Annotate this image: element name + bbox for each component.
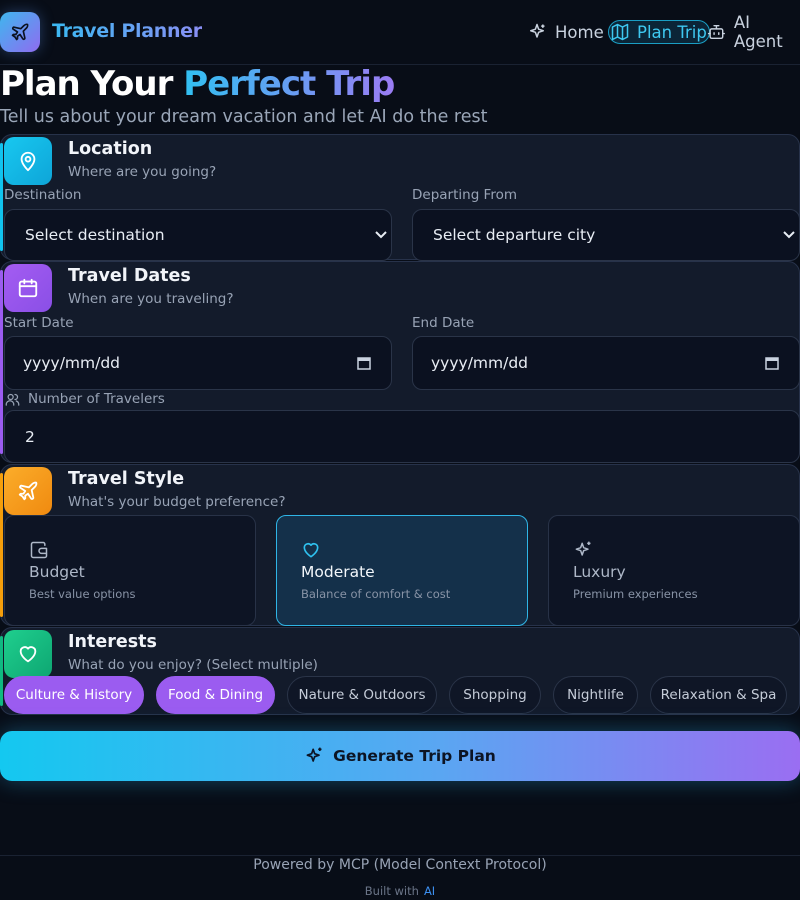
travelers-label: Number of Travelers [28, 391, 165, 407]
nav-home[interactable]: Home [527, 20, 604, 44]
nav-ai-agent[interactable]: AI Agent [707, 13, 800, 51]
map-pin-icon [4, 137, 52, 185]
style-option-desc: Best value options [29, 587, 136, 601]
card-accent [0, 270, 3, 454]
destination-select[interactable]: Select destination [4, 209, 392, 261]
travelers-input[interactable]: 2 [4, 410, 800, 463]
nav-plan-label: Plan Trip [637, 22, 707, 42]
users-icon [5, 393, 20, 406]
interests-subtitle: What do you enjoy? (Select multiple) [68, 657, 318, 673]
map-icon [611, 23, 629, 41]
interests-card: Interests What do you enjoy? (Select mul… [0, 627, 800, 715]
generate-label: Generate Trip Plan [333, 747, 496, 765]
title-plain: Plan Your [0, 64, 184, 104]
page-title: Plan Your Perfect Trip [0, 64, 395, 104]
style-option-budget[interactable]: Budget Best value options [4, 515, 256, 626]
plane-logo-icon[interactable] [0, 12, 40, 52]
destination-value: Select destination [25, 226, 165, 244]
departure-select[interactable]: Select departure city [412, 209, 800, 261]
style-option-desc: Balance of comfort & cost [301, 587, 451, 601]
built-with-ai: AI [423, 884, 436, 898]
sparkles-icon [306, 747, 322, 762]
bot-icon [707, 25, 725, 39]
sparkles-icon [530, 23, 545, 38]
heart-icon [303, 542, 319, 558]
sparkles-icon [575, 541, 591, 556]
nav-ai-label: AI Agent [733, 13, 783, 51]
footer-powered-by: Powered by MCP (Model Context Protocol) [253, 857, 547, 873]
card-accent [0, 473, 3, 617]
travelers-value: 2 [25, 427, 35, 446]
start-date-input[interactable]: yyyy/mm/dd [4, 336, 392, 390]
style-option-name: Budget [29, 563, 85, 581]
interest-chip-nature[interactable]: Nature & Outdoors [287, 676, 437, 714]
style-title: Travel Style [68, 469, 185, 489]
location-title: Location [68, 139, 153, 159]
interest-chip-relaxation[interactable]: Relaxation & Spa [650, 676, 787, 714]
calendar-picker-icon[interactable] [765, 356, 779, 370]
interests-title: Interests [68, 632, 157, 652]
footer-divider [0, 855, 800, 856]
dates-title: Travel Dates [68, 266, 191, 286]
calendar-picker-icon[interactable] [357, 356, 371, 370]
style-option-luxury[interactable]: Luxury Premium experiences [548, 515, 800, 626]
end-date-input[interactable]: yyyy/mm/dd [412, 336, 800, 390]
departure-label: Departing From [412, 187, 518, 203]
interest-chip-shopping[interactable]: Shopping [449, 676, 541, 714]
nav-home-label: Home [555, 22, 604, 42]
calendar-icon [4, 264, 52, 312]
app-header: Travel Planner Home Plan Trip AI Agent [0, 0, 800, 65]
location-card: Location Where are you going? Destinatio… [0, 134, 800, 261]
end-date-label: End Date [412, 315, 475, 331]
footer-built-with: Built with AI [0, 884, 800, 898]
title-highlight: Perfect Trip [183, 64, 395, 104]
interest-chip-nightlife[interactable]: Nightlife [553, 676, 638, 714]
style-option-desc: Premium experiences [573, 587, 698, 601]
departure-value: Select departure city [433, 226, 596, 244]
interest-chip-food[interactable]: Food & Dining [156, 676, 275, 714]
chevron-down-icon [375, 231, 387, 239]
card-accent [0, 636, 3, 706]
built-with-text: Built with [364, 884, 419, 898]
nav-plan-trip[interactable]: Plan Trip [608, 20, 710, 44]
location-subtitle: Where are you going? [68, 164, 217, 180]
travel-style-card: Travel Style What's your budget preferen… [0, 464, 800, 626]
style-subtitle: What's your budget preference? [68, 494, 286, 510]
start-date-label: Start Date [4, 315, 74, 331]
generate-trip-plan-button[interactable]: Generate Trip Plan [0, 731, 800, 781]
dates-subtitle: When are you traveling? [68, 291, 234, 307]
start-date-value: yyyy/mm/dd [23, 354, 121, 372]
chevron-down-icon [783, 231, 795, 239]
style-option-moderate[interactable]: Moderate Balance of comfort & cost [276, 515, 528, 626]
heart-icon [4, 630, 52, 678]
style-option-name: Luxury [573, 563, 626, 581]
end-date-value: yyyy/mm/dd [431, 354, 529, 372]
card-accent [0, 143, 3, 251]
interest-chip-culture[interactable]: Culture & History [4, 676, 144, 714]
page-subtitle: Tell us about your dream vacation and le… [0, 107, 488, 127]
wallet-icon [30, 541, 48, 559]
plane-icon [4, 467, 52, 515]
brand-title[interactable]: Travel Planner [52, 20, 202, 42]
style-option-name: Moderate [301, 563, 375, 581]
destination-label: Destination [4, 187, 82, 203]
dates-card: Travel Dates When are you traveling? Sta… [0, 261, 800, 463]
